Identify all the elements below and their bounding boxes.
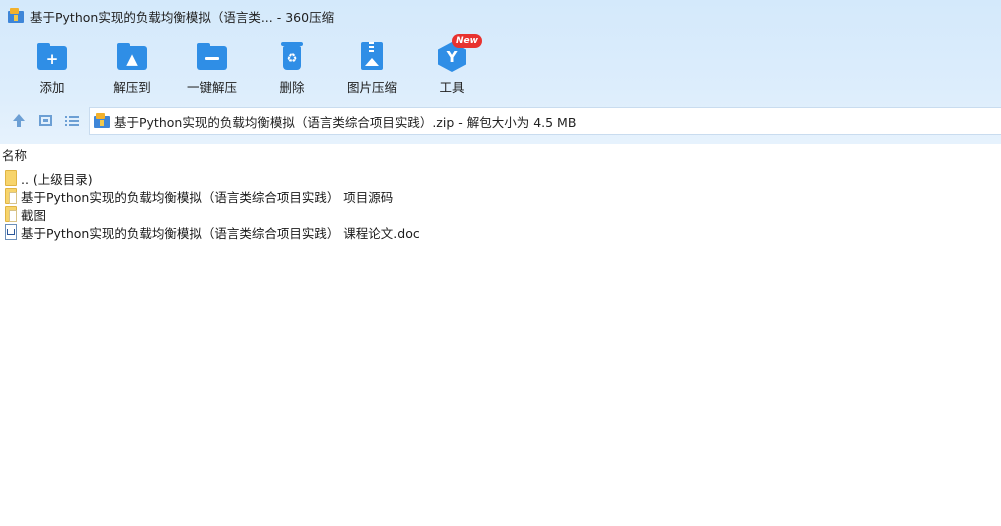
tools-label: 工具: [439, 80, 465, 95]
file-name: 截图: [21, 207, 47, 223]
file-list: 名称 .. (上级目录) 基于Python实现的负载均衡模拟（语言类综合项目实践…: [0, 144, 1001, 526]
recycle-bin-icon: ♻: [276, 40, 308, 70]
list-view-icon[interactable]: [64, 113, 80, 129]
image-compress-label: 图片压缩: [346, 80, 397, 95]
new-badge: New: [452, 34, 482, 48]
file-name: 基于Python实现的负载均衡模拟（语言类综合项目实践） 课程论文.doc: [21, 225, 420, 241]
file-row[interactable]: .. (上级目录): [4, 169, 604, 187]
image-compress-button[interactable]: 图片压缩: [332, 36, 412, 96]
folder-oneclick-icon: [196, 40, 228, 70]
address-text: 基于Python实现的负载均衡模拟（语言类综合项目实践）.zip - 解包大小为…: [114, 114, 577, 130]
file-row[interactable]: 基于Python实现的负载均衡模拟（语言类综合项目实践） 项目源码: [4, 187, 604, 205]
folder-extract-icon: ▲: [116, 40, 148, 70]
delete-label: 删除: [279, 80, 305, 95]
window-title: 基于Python实现的负载均衡模拟（语言类... - 360压缩: [30, 9, 335, 25]
tools-button[interactable]: Y New 工具: [412, 34, 492, 96]
navigation-bar: 基于Python实现的负载均衡模拟（语言类综合项目实践）.zip - 解包大小为…: [0, 106, 1001, 136]
delete-button[interactable]: ♻ 删除: [252, 36, 332, 96]
folder-add-icon: +: [36, 40, 68, 70]
image-compress-icon: [356, 40, 388, 70]
word-doc-icon: [4, 224, 18, 240]
file-name: 基于Python实现的负载均衡模拟（语言类综合项目实践） 项目源码: [21, 189, 394, 205]
one-click-extract-label: 一键解压: [186, 80, 237, 95]
extract-to-button[interactable]: ▲ 解压到: [92, 36, 172, 96]
file-row[interactable]: 基于Python实现的负载均衡模拟（语言类综合项目实践） 课程论文.doc: [4, 223, 604, 241]
folder-icon: [4, 170, 18, 186]
file-row[interactable]: 截图: [4, 205, 604, 223]
thumbnail-view-icon[interactable]: [38, 113, 54, 129]
folder-file-icon: [4, 206, 18, 222]
archive-file-icon: [94, 113, 110, 129]
add-button[interactable]: + 添加: [12, 36, 92, 96]
up-arrow-icon[interactable]: [11, 113, 27, 129]
column-header-name[interactable]: 名称: [0, 147, 1001, 165]
archive-app-icon: [8, 8, 24, 24]
add-label: 添加: [39, 80, 65, 95]
one-click-extract-button[interactable]: 一键解压: [172, 36, 252, 96]
tools-icon: Y New: [436, 34, 482, 72]
address-bar[interactable]: 基于Python实现的负载均衡模拟（语言类综合项目实践）.zip - 解包大小为…: [89, 107, 1001, 135]
toolbar: + 添加 ▲ 解压到 一键解压 ♻ 删除 图片压缩 Y New 工具: [0, 34, 1001, 96]
top-panel: 基于Python实现的负载均衡模拟（语言类... - 360压缩 + 添加 ▲ …: [0, 0, 1001, 144]
folder-file-icon: [4, 188, 18, 204]
title-bar: 基于Python实现的负载均衡模拟（语言类... - 360压缩: [0, 0, 1001, 32]
extract-to-label: 解压到: [113, 80, 151, 95]
file-name: .. (上级目录): [21, 171, 93, 187]
